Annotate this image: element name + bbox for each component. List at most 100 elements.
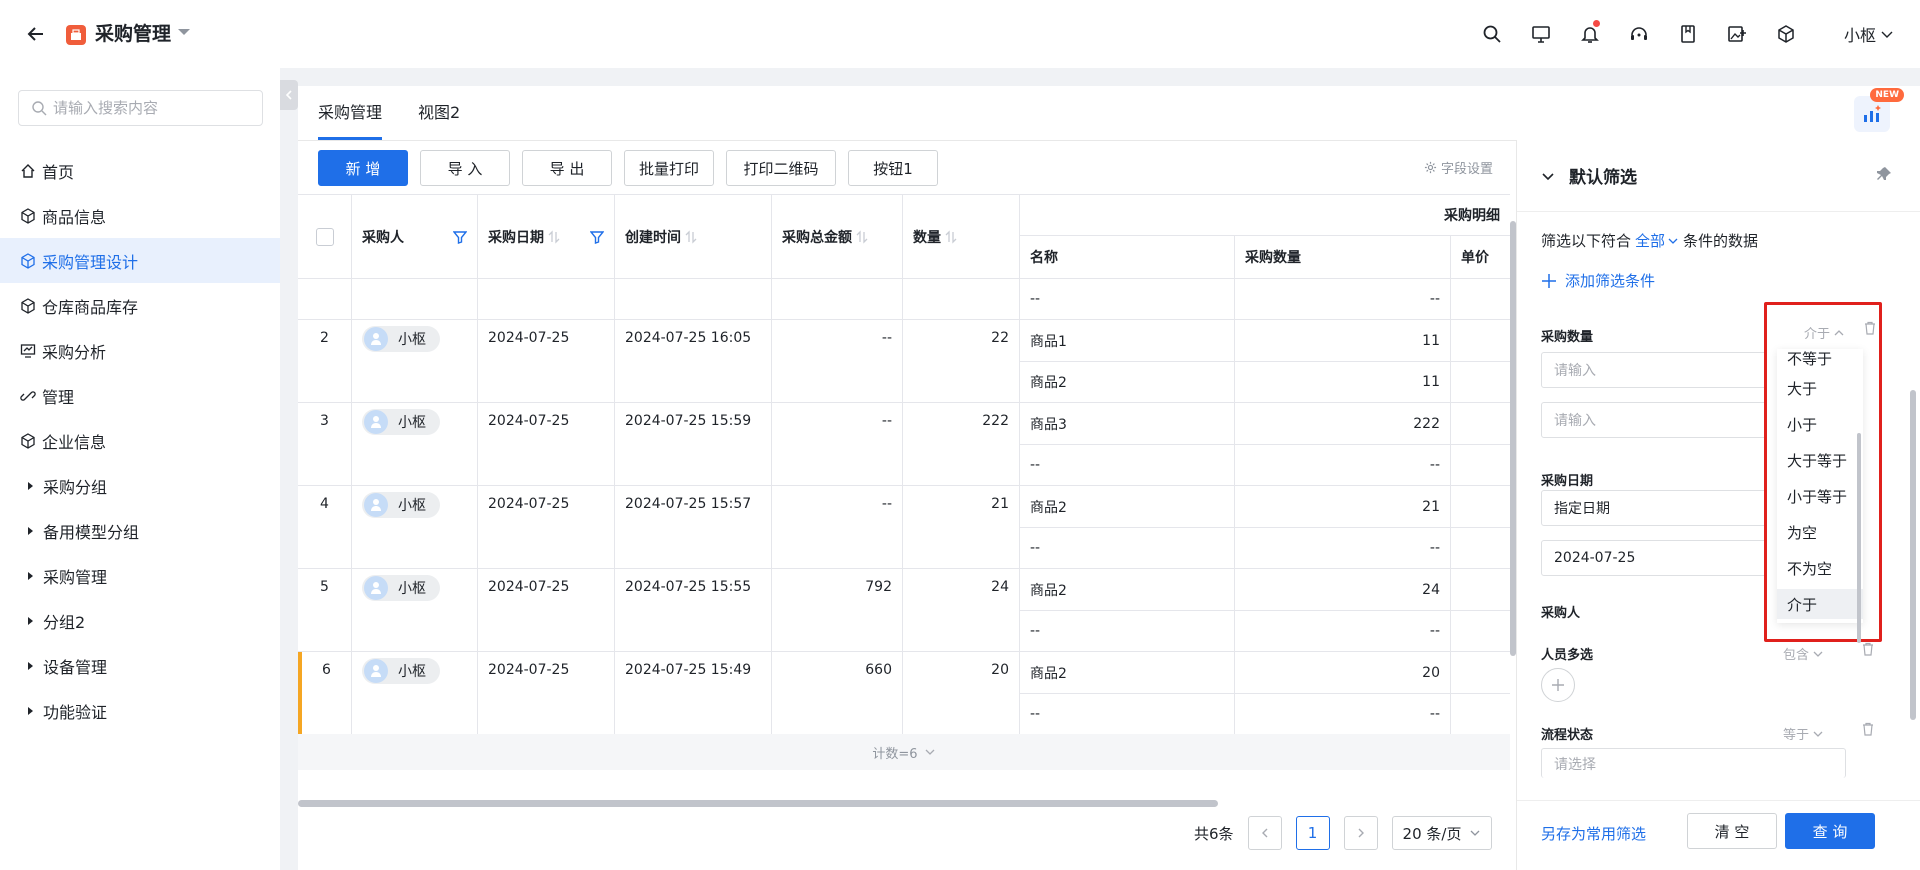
qty-min-input[interactable]: 请输入 — [1541, 352, 1781, 388]
app-title[interactable]: 采购管理 — [95, 20, 171, 48]
sidebar-item-warehouse[interactable]: 仓库商品库存 — [0, 283, 280, 328]
option-not-empty[interactable]: 不为空 — [1777, 553, 1863, 583]
image-add-icon[interactable] — [1723, 20, 1751, 48]
trash-icon[interactable] — [1861, 722, 1875, 736]
status-select[interactable]: 请选择 — [1541, 748, 1846, 778]
clear-button[interactable]: 清 空 — [1687, 813, 1777, 849]
option-empty[interactable]: 为空 — [1777, 517, 1863, 547]
tab-view2[interactable]: 视图2 — [418, 86, 460, 138]
button1[interactable]: 按钮1 — [848, 150, 938, 186]
header-total[interactable]: 采购总金额 — [772, 195, 903, 279]
sidebar-group-purchase-manage[interactable]: 采购管理 — [0, 553, 280, 598]
sort-icon[interactable] — [685, 229, 697, 244]
user-menu[interactable]: 小枢 — [1844, 22, 1894, 46]
notification-bell-icon[interactable] — [1576, 20, 1604, 48]
user-tag[interactable]: 小枢 — [362, 492, 440, 518]
select-all-checkbox[interactable] — [315, 227, 334, 246]
sidebar-item-company[interactable]: 企业信息 — [0, 418, 280, 463]
option-greater-equal[interactable]: 大于等于 — [1777, 445, 1863, 475]
sidebar-search-input[interactable] — [53, 99, 243, 117]
row-date: 2024-07-25 — [478, 652, 615, 734]
qty-max-input[interactable]: 请输入 — [1541, 402, 1781, 438]
print-qrcode-button[interactable]: 打印二维码 — [726, 150, 836, 186]
add-person-button[interactable] — [1541, 668, 1575, 702]
sidebar-search[interactable] — [18, 90, 263, 126]
row-date — [478, 279, 615, 320]
operator-value: 介于 — [1803, 327, 1830, 342]
next-page-button[interactable] — [1343, 816, 1378, 850]
multi-operator-select[interactable]: 包含 — [1783, 644, 1824, 663]
sidebar-group-purchase[interactable]: 采购分组 — [0, 463, 280, 508]
header-created[interactable]: 创建时间 — [615, 195, 772, 279]
sidebar-collapse-button[interactable] — [280, 80, 298, 110]
page-size-select[interactable]: 20 条/页 — [1391, 816, 1492, 850]
user-tag[interactable]: 小枢 — [362, 658, 440, 684]
header-qty[interactable]: 数量 — [903, 195, 1020, 279]
sidebar-item-manage[interactable]: 管理 — [0, 373, 280, 418]
ai-analytics-button[interactable]: NEW — [1854, 88, 1904, 132]
filter-active-icon[interactable] — [453, 230, 467, 244]
import-button[interactable]: 导 入 — [420, 150, 510, 186]
search-icon[interactable] — [1478, 20, 1506, 48]
batch-print-button[interactable]: 批量打印 — [624, 150, 714, 186]
option-less-equal[interactable]: 小于等于 — [1777, 481, 1863, 511]
sort-icon[interactable] — [856, 229, 868, 244]
sidebar-group-label: 功能验证 — [43, 702, 108, 722]
trash-icon[interactable] — [1861, 642, 1875, 656]
filter-active-icon[interactable] — [590, 230, 604, 244]
prev-page-button[interactable] — [1247, 816, 1282, 850]
sidebar-group-devices[interactable]: 设备管理 — [0, 643, 280, 688]
back-arrow-icon[interactable] — [22, 20, 50, 48]
add-filter-condition-button[interactable]: 添加筛选条件 — [1541, 270, 1655, 291]
date-input[interactable]: 2024-07-25 — [1541, 540, 1781, 576]
chevron-left-icon — [284, 89, 294, 101]
table-horizontal-scrollbar[interactable] — [298, 800, 1218, 807]
header-price[interactable]: 单价 — [1451, 236, 1510, 279]
user-tag[interactable]: 小枢 — [362, 575, 440, 601]
user-tag[interactable]: 小枢 — [362, 326, 440, 352]
monitor-icon[interactable] — [1527, 20, 1555, 48]
sidebar-group-group2[interactable]: 分组2 — [0, 598, 280, 643]
query-button[interactable]: 查 询 — [1785, 813, 1875, 849]
save-as-common-filter-link[interactable]: 另存为常用筛选 — [1541, 823, 1646, 844]
option-between[interactable]: 介于 — [1777, 589, 1863, 619]
cube-icon — [20, 297, 36, 314]
user-tag[interactable]: 小枢 — [362, 409, 440, 435]
document-icon[interactable] — [1674, 20, 1702, 48]
chevron-down-icon[interactable] — [924, 746, 936, 758]
status-operator-select[interactable]: 等于 — [1783, 724, 1824, 743]
header-date[interactable]: 采购日期 — [478, 195, 615, 279]
header-name[interactable]: 名称 — [1020, 236, 1235, 279]
cube-icon[interactable] — [1772, 20, 1800, 48]
sidebar-item-products[interactable]: 商品信息 — [0, 193, 280, 238]
header-buyer[interactable]: 采购人 — [352, 195, 478, 279]
sidebar-group-verification[interactable]: 功能验证 — [0, 688, 280, 733]
match-mode-select[interactable]: 全部 — [1635, 230, 1679, 251]
option-not-equal[interactable]: 不等于 — [1777, 343, 1863, 373]
sidebar-item-analysis[interactable]: 采购分析 — [0, 328, 280, 373]
sort-icon[interactable] — [548, 229, 560, 244]
chevron-down-icon[interactable] — [176, 24, 192, 40]
chevron-down-icon[interactable] — [1541, 169, 1555, 183]
sidebar-item-home[interactable]: 首页 — [0, 148, 280, 193]
tab-purchase[interactable]: 采购管理 — [318, 86, 383, 140]
dropdown-scrollbar[interactable] — [1857, 433, 1861, 643]
export-button[interactable]: 导 出 — [522, 150, 612, 186]
field-settings-button[interactable]: 字段设置 — [1424, 158, 1493, 177]
filter-scrollbar[interactable] — [1910, 390, 1916, 720]
option-greater[interactable]: 大于 — [1777, 373, 1863, 403]
operator-select-open[interactable]: 介于 — [1804, 323, 1845, 342]
headset-icon[interactable] — [1625, 20, 1653, 48]
page-number[interactable]: 1 — [1295, 816, 1330, 850]
count-summary[interactable]: 计数=6 — [872, 743, 917, 762]
sort-icon[interactable] — [945, 229, 957, 244]
add-button[interactable]: 新 增 — [318, 150, 408, 186]
sidebar-item-purchase-design[interactable]: 采购管理设计 — [0, 238, 280, 283]
header-purchase-qty[interactable]: 采购数量 — [1235, 236, 1451, 279]
filter-header[interactable]: 默认筛选 — [1517, 140, 1920, 212]
date-mode-select[interactable]: 指定日期 — [1541, 490, 1781, 526]
trash-icon[interactable] — [1863, 321, 1877, 335]
sidebar-group-backup-model[interactable]: 备用模型分组 — [0, 508, 280, 553]
option-less[interactable]: 小于 — [1777, 409, 1863, 439]
pin-icon[interactable] — [1876, 166, 1892, 182]
